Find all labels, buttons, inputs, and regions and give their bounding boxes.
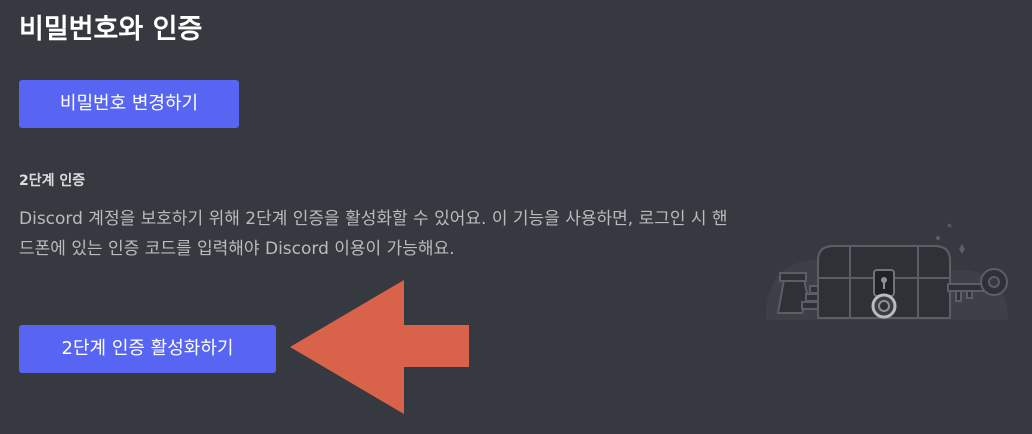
treasure-chest-key-illustration <box>766 223 1008 320</box>
settings-page: 비밀번호와 인증 비밀번호 변경하기 2단계 인증 Discord 계정을 보호… <box>0 0 1032 434</box>
enable-two-factor-button[interactable]: 2단계 인증 활성화하기 <box>19 325 276 373</box>
change-password-button[interactable]: 비밀번호 변경하기 <box>19 80 239 128</box>
two-factor-description: Discord 계정을 보호하기 위해 2단계 인증을 활성화할 수 있어요. … <box>19 209 728 259</box>
two-factor-heading: 2단계 인증 <box>19 173 86 189</box>
page-title: 비밀번호와 인증 <box>19 14 203 45</box>
left-arrow-icon <box>290 280 469 414</box>
